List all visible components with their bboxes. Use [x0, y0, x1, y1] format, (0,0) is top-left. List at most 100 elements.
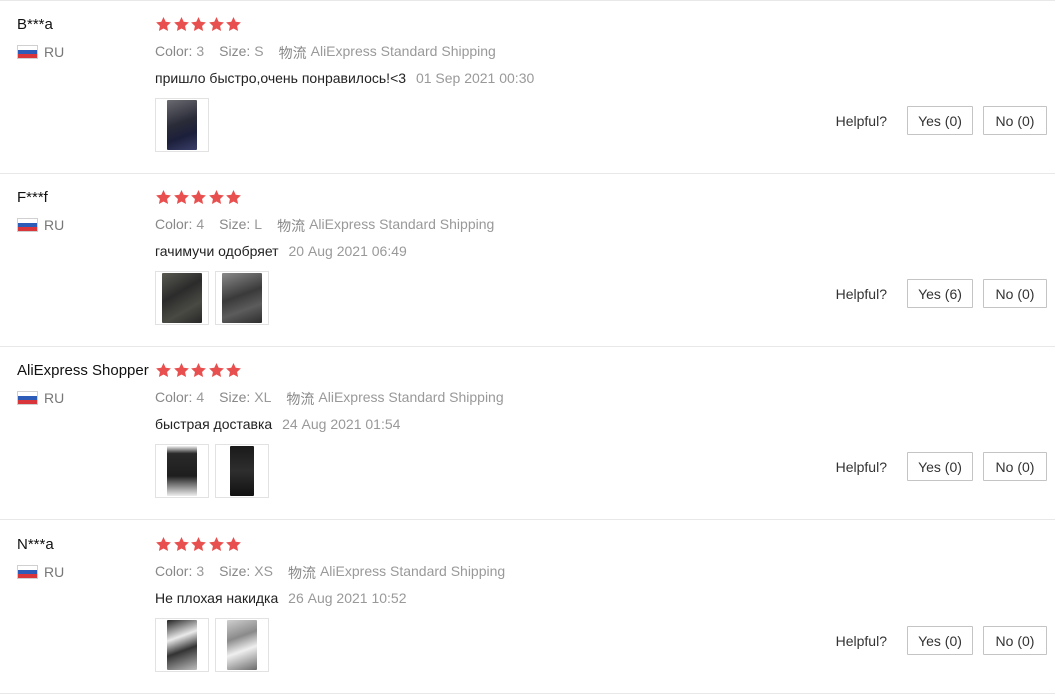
- reviewer-country: RU: [17, 564, 64, 580]
- helpful-voting: Helpful? Yes (0) No (0): [836, 452, 1055, 481]
- size-value: XS: [254, 563, 273, 579]
- star-rating: [155, 536, 243, 553]
- country-code: RU: [44, 44, 65, 60]
- review-photo-thumbnail[interactable]: [155, 271, 209, 325]
- star-icon: [190, 362, 207, 379]
- color-label: Color:: [155, 216, 193, 232]
- review-photo-thumbnail[interactable]: [155, 444, 209, 498]
- size-label: Size:: [219, 43, 251, 59]
- color-value: 4: [196, 216, 205, 232]
- reviewer-country: RU: [17, 217, 64, 233]
- review-photos: [155, 444, 275, 498]
- shipping-value: AliExpress Standard Shipping: [318, 389, 504, 405]
- shipping-value: AliExpress Standard Shipping: [310, 43, 496, 59]
- review-date: 26 Aug 2021 10:52: [288, 590, 407, 606]
- reviewer-name: B***a: [17, 16, 53, 33]
- star-icon: [155, 189, 172, 206]
- helpful-label: Helpful?: [835, 632, 887, 649]
- review-photo-thumbnail[interactable]: [215, 271, 269, 325]
- star-icon: [173, 16, 190, 33]
- helpful-yes-button[interactable]: Yes (0): [907, 106, 973, 135]
- star-rating: [155, 16, 243, 33]
- size-label: Size:: [219, 389, 251, 405]
- star-rating: [155, 189, 243, 206]
- star-icon: [208, 536, 225, 553]
- helpful-no-button[interactable]: No (0): [983, 452, 1047, 481]
- review-photo-thumbnail[interactable]: [215, 444, 269, 498]
- color-label: Color:: [155, 563, 193, 579]
- color-value: 4: [196, 389, 205, 405]
- russia-flag-icon: [17, 565, 38, 579]
- helpful-label: Helpful?: [835, 458, 887, 475]
- review-photo-thumbnail[interactable]: [215, 618, 269, 672]
- russia-flag-icon: [17, 218, 38, 232]
- review-feedback: Не плохая накидка 26 Aug 2021 10:52: [155, 590, 407, 606]
- color-value: 3: [196, 43, 205, 59]
- size-value: L: [254, 216, 263, 232]
- review-item: F***f RU Color: 4 Size: L 物流 AliExpress …: [0, 174, 1055, 347]
- star-icon: [173, 189, 190, 206]
- order-info: Color: 4 Size: L 物流 AliExpress Standard …: [155, 216, 509, 236]
- reviewer-name: F***f: [17, 189, 48, 206]
- order-info: Color: 3 Size: S 物流 AliExpress Standard …: [155, 43, 511, 63]
- shipping-value: AliExpress Standard Shipping: [309, 216, 495, 232]
- review-text: пришло быстро,очень понравилось!<3: [155, 70, 407, 86]
- color-label: Color:: [155, 389, 193, 405]
- review-text: Не плохая накидка: [155, 590, 279, 606]
- review-text: гачимучи одобряет: [155, 243, 279, 259]
- star-icon: [225, 189, 242, 206]
- russia-flag-icon: [17, 391, 38, 405]
- reviewer-name: N***a: [17, 536, 54, 553]
- star-icon: [190, 16, 207, 33]
- star-icon: [225, 16, 242, 33]
- review-photo-thumbnail[interactable]: [155, 618, 209, 672]
- order-info: Color: 4 Size: XL 物流 AliExpress Standard…: [155, 389, 519, 409]
- order-info: Color: 3 Size: XS 物流 AliExpress Standard…: [155, 563, 520, 583]
- star-icon: [225, 362, 242, 379]
- star-icon: [155, 16, 172, 33]
- helpful-no-button[interactable]: No (0): [983, 279, 1047, 308]
- review-feedback: гачимучи одобряет 20 Aug 2021 06:49: [155, 243, 407, 259]
- review-photos: [155, 271, 275, 325]
- star-icon: [225, 536, 242, 553]
- review-item: AliExpress Shopper RU Color: 4 Size: XL …: [0, 347, 1055, 520]
- star-icon: [190, 189, 207, 206]
- helpful-label: Helpful?: [835, 112, 887, 129]
- review-date: 01 Sep 2021 00:30: [415, 70, 535, 86]
- color-label: Color:: [155, 43, 193, 59]
- star-icon: [208, 189, 225, 206]
- size-label: Size:: [219, 216, 251, 232]
- shipping-label: 物流: [277, 218, 306, 234]
- helpful-no-button[interactable]: No (0): [983, 106, 1047, 135]
- helpful-voting: Helpful? Yes (6) No (0): [836, 279, 1055, 308]
- review-photos: [155, 618, 275, 672]
- country-code: RU: [44, 564, 65, 580]
- shipping-value: AliExpress Standard Shipping: [319, 563, 506, 579]
- shipping-label: 物流: [287, 565, 316, 581]
- review-date: 20 Aug 2021 06:49: [288, 243, 407, 259]
- helpful-yes-button[interactable]: Yes (6): [907, 279, 973, 308]
- review-feedback: пришло быстро,очень понравилось!<3 01 Se…: [155, 70, 534, 86]
- review-date: 24 Aug 2021 01:54: [282, 416, 401, 432]
- size-value: XL: [254, 389, 272, 405]
- russia-flag-icon: [17, 45, 38, 59]
- review-photos: [155, 98, 215, 152]
- star-icon: [155, 362, 172, 379]
- star-icon: [208, 16, 225, 33]
- reviewer-country: RU: [17, 390, 64, 406]
- country-code: RU: [44, 217, 65, 233]
- review-text: быстрая доставка: [155, 416, 273, 432]
- review-photo-thumbnail[interactable]: [155, 98, 209, 152]
- helpful-label: Helpful?: [835, 285, 887, 302]
- helpful-no-button[interactable]: No (0): [983, 626, 1047, 655]
- color-value: 3: [196, 563, 205, 579]
- helpful-yes-button[interactable]: Yes (0): [907, 452, 973, 481]
- review-item: N***a RU Color: 3 Size: XS 物流 AliExpress…: [0, 521, 1055, 694]
- star-icon: [173, 536, 190, 553]
- review-feedback: быстрая доставка 24 Aug 2021 01:54: [155, 416, 400, 432]
- star-icon: [208, 362, 225, 379]
- reviewer-country: RU: [17, 44, 64, 60]
- helpful-yes-button[interactable]: Yes (0): [907, 626, 973, 655]
- shipping-label: 物流: [278, 45, 307, 61]
- helpful-voting: Helpful? Yes (0) No (0): [836, 106, 1055, 135]
